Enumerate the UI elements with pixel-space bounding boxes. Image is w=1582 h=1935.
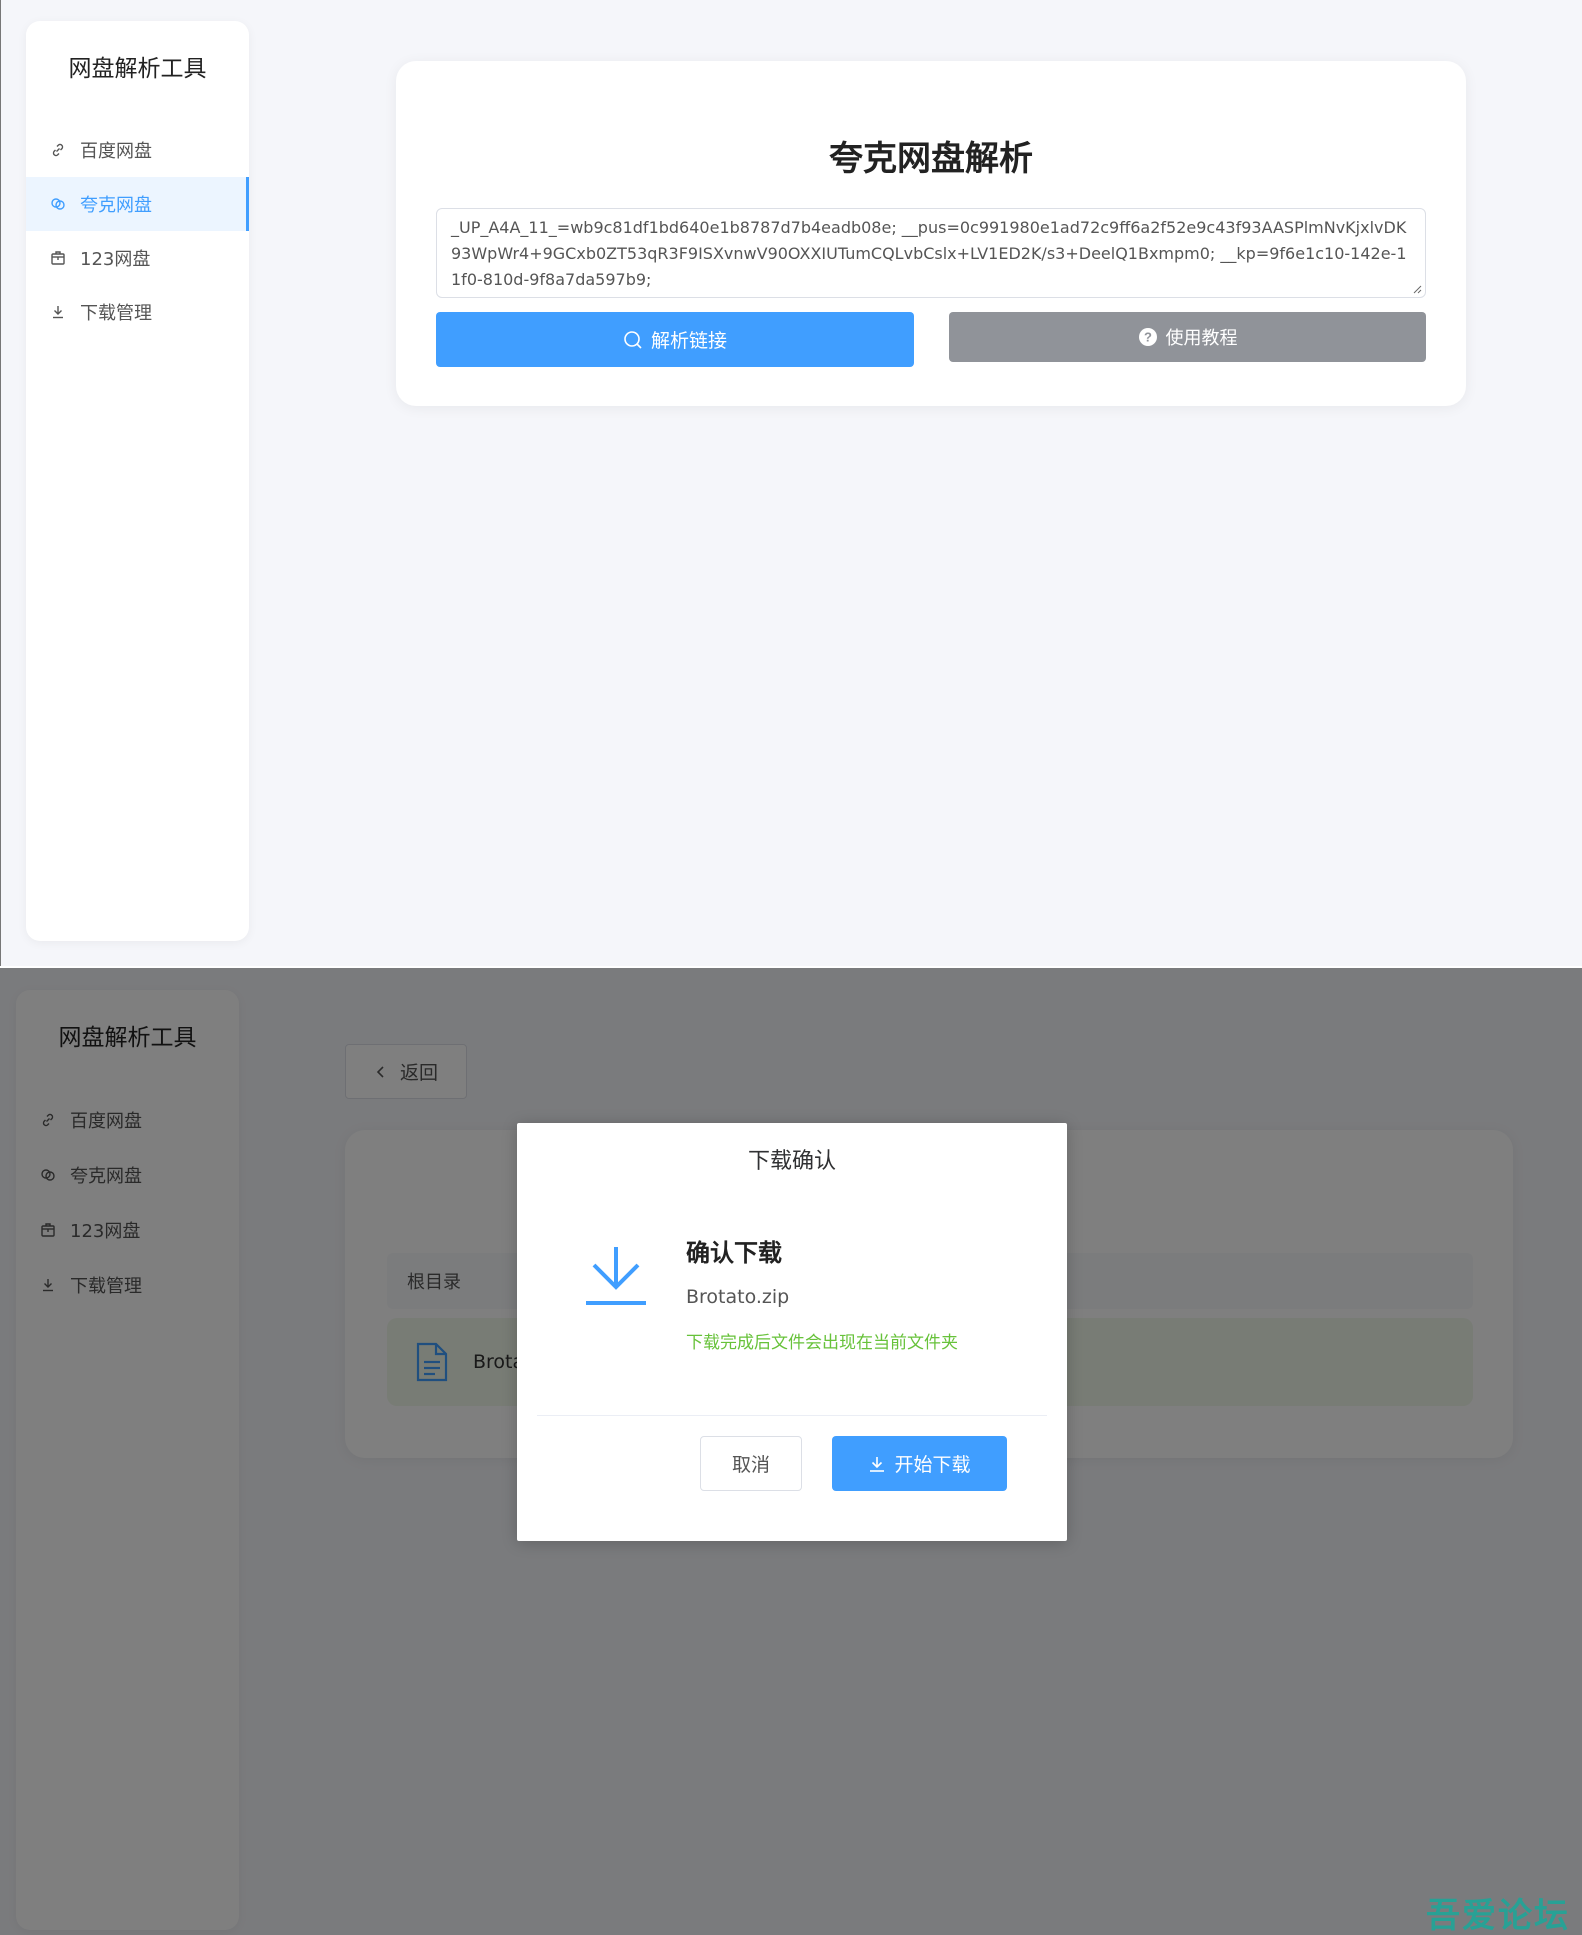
cloud-link-icon (51, 198, 65, 210)
tutorial-button[interactable]: ? 使用教程 (949, 312, 1426, 362)
sidebar-item-label: 123网盘 (80, 249, 151, 270)
box-icon (51, 251, 65, 265)
cookie-input-value: _UP_A4A_11_=wb9c81df1bd640e1b8787d7b4ead… (451, 218, 1407, 289)
sidebar-title: 网盘解析工具 (68, 56, 207, 82)
sidebar-item-label: 下载管理 (80, 303, 152, 324)
download-confirm-screen: 网盘解析工具 百度网盘 夸克网盘 123网盘 下载管理 (0, 968, 1582, 1935)
start-download-label: 开始下载 (894, 1454, 971, 1476)
sidebar-item-downloads[interactable]: 下载管理 (26, 285, 249, 339)
dialog-file-name: Brotato.zip (686, 1286, 790, 1308)
parse-link-button[interactable]: 解析链接 (436, 312, 914, 367)
sidebar-item-label: 百度网盘 (80, 141, 152, 162)
cancel-button[interactable]: 取消 (700, 1436, 802, 1491)
sidebar-item-123[interactable]: 123网盘 (26, 231, 249, 285)
start-download-button[interactable]: 开始下载 (832, 1436, 1007, 1491)
download-icon (870, 1456, 885, 1472)
parse-screen: 网盘解析工具 百度网盘 夸克网盘 123网盘 下载管理 夸克网盘解析 _UP_A… (0, 0, 1582, 966)
dialog-hint: 下载完成后文件会出现在当前文件夹 (686, 1333, 958, 1353)
cookie-input[interactable]: _UP_A4A_11_=wb9c81df1bd640e1b8787d7b4ead… (436, 208, 1426, 298)
dialog-divider (537, 1415, 1047, 1416)
download-confirm-dialog: 下载确认 确认下载 Brotato.zip 下载完成后文件会出现在当前文件夹 取… (517, 1123, 1067, 1541)
sidebar-item-label: 夸克网盘 (80, 195, 152, 216)
dialog-heading: 确认下载 (686, 1239, 782, 1267)
parse-link-label: 解析链接 (650, 330, 727, 352)
tutorial-label: 使用教程 (1165, 328, 1238, 349)
download-icon (53, 306, 63, 319)
download-icon (586, 1247, 646, 1305)
resize-grip-icon[interactable] (1413, 285, 1422, 294)
dialog-title: 下载确认 (747, 1149, 836, 1174)
watermark: 吾爱论坛 (1426, 1896, 1570, 1935)
cancel-button-label: 取消 (731, 1454, 770, 1476)
page-title: 夸克网盘解析 (829, 139, 1033, 179)
question-circle-icon: ? (1138, 328, 1157, 346)
sidebar-item-quark[interactable]: 夸克网盘 (26, 177, 249, 231)
sidebar-item-baidu[interactable]: 百度网盘 (26, 123, 249, 177)
search-icon (624, 330, 642, 349)
link-icon (52, 143, 64, 157)
sidebar: 网盘解析工具 百度网盘 夸克网盘 123网盘 下载管理 (26, 21, 249, 941)
parse-card: 夸克网盘解析 _UP_A4A_11_=wb9c81df1bd640e1b8787… (396, 61, 1466, 406)
svg-text:?: ? (1144, 330, 1152, 345)
